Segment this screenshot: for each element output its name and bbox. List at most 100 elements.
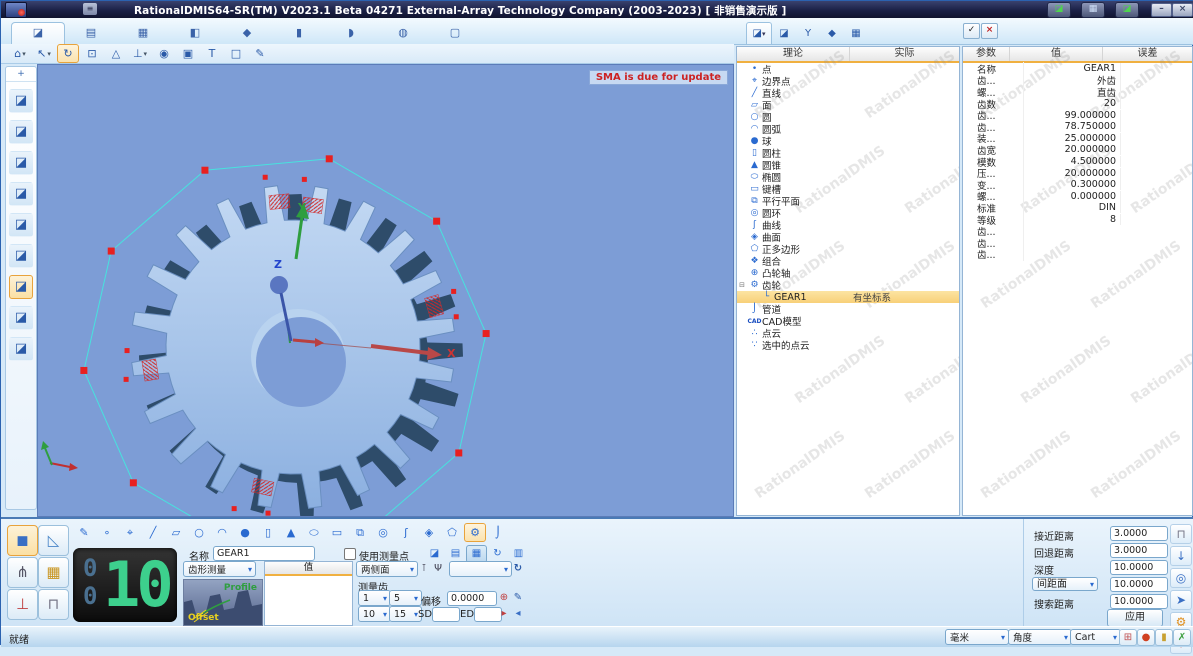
- probe-t-icon[interactable]: ⊺: [417, 562, 431, 576]
- quick-menu-icon[interactable]: ≡: [83, 3, 97, 15]
- measure-mode-button[interactable]: ◼: [7, 525, 38, 556]
- arc-icon[interactable]: ◠: [211, 523, 233, 542]
- minimize-button[interactable]: –: [1151, 3, 1172, 17]
- close-button[interactable]: ×: [1172, 3, 1193, 17]
- coordinate-select[interactable]: Cart ▾: [1070, 629, 1121, 645]
- sphere-icon[interactable]: ●: [234, 523, 256, 542]
- use-measured-points-checkbox[interactable]: [344, 548, 356, 560]
- coordinate-system-button[interactable]: ⊥: [7, 589, 38, 620]
- probe-y-icon[interactable]: Ψ: [431, 562, 445, 576]
- iso-view-button[interactable]: △▾: [105, 44, 127, 63]
- curve-icon[interactable]: ʃ: [395, 523, 417, 542]
- approach-label[interactable]: 深度: [1034, 562, 1054, 577]
- parallel-planes-icon[interactable]: ⧉: [349, 523, 371, 542]
- probe-joystick-icon[interactable]: ✗: [1173, 629, 1191, 646]
- pipe-icon[interactable]: ⌡: [487, 523, 509, 542]
- ribbon-tab-machine[interactable]: ◧: [169, 22, 221, 44]
- param-row[interactable]: 齿...: [963, 247, 1192, 262]
- offset-field[interactable]: 0.0000: [447, 591, 497, 606]
- probe-status-icon[interactable]: ◪: [1115, 2, 1139, 18]
- joystick-status-icon[interactable]: ◪: [1047, 2, 1071, 18]
- tree-header-theory[interactable]: 理论: [737, 47, 850, 61]
- approach-label[interactable]: 搜索距离: [1034, 596, 1074, 611]
- panel-close-button[interactable]: ×: [981, 23, 998, 39]
- units-select[interactable]: 毫米 ▾: [945, 629, 1009, 645]
- circle-icon[interactable]: ○: [188, 523, 210, 542]
- ellipse-icon[interactable]: ⬭: [303, 523, 325, 542]
- ribbon-tab-graphics[interactable]: ◆: [221, 22, 273, 44]
- approach-label[interactable]: 接近距离: [1034, 528, 1074, 543]
- gear-measure-mode[interactable]: ◪: [9, 275, 33, 299]
- tolerance-tab[interactable]: ◆▾: [820, 23, 844, 44]
- approach-value-field[interactable]: 3.0000: [1110, 526, 1168, 541]
- estop-status-icon[interactable]: ●: [1137, 629, 1155, 646]
- gear-feature-icon[interactable]: ⚙: [464, 523, 486, 542]
- ribbon-tab-evaluate[interactable]: ▦: [117, 22, 169, 44]
- search-tool-icon[interactable]: ◎: [1170, 568, 1192, 588]
- ribbon-tab-device[interactable]: ▮: [273, 22, 325, 44]
- approach-value-field[interactable]: 10.0000: [1110, 594, 1168, 609]
- home-view-button[interactable]: ⌂ ▾: [9, 44, 31, 63]
- machine-status-icon[interactable]: ⊞: [1119, 629, 1137, 646]
- params-header-name[interactable]: 参数: [963, 47, 1010, 61]
- params-header-error[interactable]: 误差: [1103, 47, 1192, 61]
- annotate-button[interactable]: ✎▾: [249, 44, 271, 63]
- approach-value-field[interactable]: 3.0000: [1110, 543, 1168, 558]
- tooth-select[interactable]: 10 ▾: [358, 606, 391, 622]
- snapshot-tab[interactable]: ▦▾: [844, 23, 868, 44]
- tree-item-selected-point-cloud[interactable]: ∵ 选中的点云: [737, 339, 959, 352]
- ribbon-tab-probe[interactable]: ◗: [325, 22, 377, 44]
- axes-view-button[interactable]: ⊥ ▾: [129, 44, 151, 63]
- sd-field[interactable]: [432, 607, 460, 622]
- select-edge-mode[interactable]: ◪: [9, 151, 33, 175]
- calibration-button[interactable]: ◺: [38, 525, 69, 556]
- end-angle-icon[interactable]: ◂: [511, 607, 525, 621]
- fixture-button[interactable]: ▦: [38, 557, 69, 588]
- line-icon[interactable]: ╱: [142, 523, 164, 542]
- probe-view-tab[interactable]: ◪: [424, 545, 445, 563]
- add-offset-icon[interactable]: ⊕: [497, 591, 511, 605]
- point-icon[interactable]: ∘: [96, 523, 118, 542]
- approach-value-field[interactable]: 10.0000: [1110, 577, 1168, 592]
- polygon-icon[interactable]: ⬠: [441, 523, 463, 542]
- boundary-point-icon[interactable]: ⌖: [119, 523, 141, 542]
- name-field[interactable]: GEAR1: [213, 546, 315, 561]
- tool-status-icon[interactable]: ▮: [1155, 629, 1173, 646]
- probe-down-icon[interactable]: ↓: [1170, 546, 1192, 566]
- cone-icon[interactable]: ▲: [280, 523, 302, 542]
- zoom-window-button[interactable]: ⊡▾: [81, 44, 103, 63]
- filter-tab[interactable]: Y▾: [796, 23, 820, 44]
- monitor-status-icon[interactable]: ▦: [1081, 2, 1105, 18]
- tooth-select[interactable]: 5 ▾: [389, 590, 422, 606]
- approach-label[interactable]: 回退距离: [1034, 545, 1074, 560]
- caliper-tools-button[interactable]: ⊓: [38, 589, 69, 620]
- angle-select[interactable]: 角度 ▾: [1008, 629, 1072, 645]
- app-icon[interactable]: [5, 2, 27, 18]
- tooth-select[interactable]: 1 ▾: [358, 590, 391, 606]
- probe-select[interactable]: ▾: [449, 561, 512, 577]
- pin-toolbar-icon[interactable]: +: [6, 67, 36, 82]
- caliper-tool-icon[interactable]: ⊓: [1170, 524, 1192, 544]
- refresh-icon[interactable]: ↻: [511, 562, 525, 576]
- approach-value-field[interactable]: 10.0000: [1110, 560, 1168, 575]
- record-button[interactable]: □▾: [225, 44, 247, 63]
- ribbon-tab-measure[interactable]: ◪: [11, 22, 65, 45]
- labels-button[interactable]: T▾: [201, 44, 223, 63]
- params-header-value[interactable]: 值: [1010, 47, 1103, 61]
- expand-icon[interactable]: ⊟: [737, 281, 747, 289]
- probe-comp-icon[interactable]: ✎: [73, 523, 95, 542]
- edit-offset-icon[interactable]: ✎: [511, 591, 525, 605]
- visibility-button[interactable]: ◉▾: [153, 44, 175, 63]
- probe-pick-mode[interactable]: ◪: [9, 213, 33, 237]
- slot-icon[interactable]: ▭: [326, 523, 348, 542]
- apply-button[interactable]: 应用: [1107, 609, 1163, 627]
- ribbon-tab-window[interactable]: ▢: [429, 22, 481, 44]
- select-point-mode[interactable]: ◪: [9, 120, 33, 144]
- ribbon-tab-report[interactable]: ◍: [377, 22, 429, 44]
- surface-icon[interactable]: ◈: [418, 523, 440, 542]
- measure-mode-select[interactable]: 齿形测量 ▾: [183, 561, 256, 577]
- select-disable-mode[interactable]: ◪: [9, 89, 33, 113]
- approach-label[interactable]: 间距面: [1032, 577, 1098, 591]
- probe-pen-mode[interactable]: ◪: [9, 244, 33, 268]
- box-select-mode[interactable]: ◪: [9, 337, 33, 361]
